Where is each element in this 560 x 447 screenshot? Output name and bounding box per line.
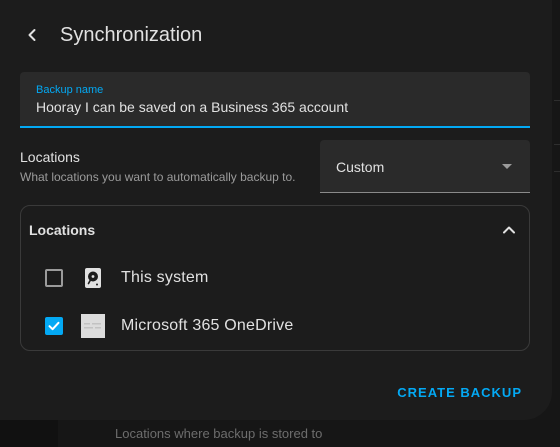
background-field-edge (554, 144, 560, 172)
hard-disk-icon (85, 268, 101, 288)
locations-select-value: Custom (336, 159, 385, 175)
background-hint-text: Locations where backup is stored to (115, 426, 323, 441)
backup-name-field[interactable]: Backup name Hooray I can be saved on a B… (20, 72, 530, 128)
locations-setting-description: What locations you want to automatically… (20, 170, 296, 184)
locations-setting-row: Locations What locations you want to aut… (20, 140, 530, 194)
synchronization-dialog: Synchronization Backup name Hooray I can… (0, 0, 552, 420)
onedrive-logo-icon (81, 314, 105, 338)
chevron-up-icon (503, 226, 515, 234)
locations-panel-title: Locations (29, 222, 96, 238)
create-backup-button[interactable]: CREATE BACKUP (397, 385, 522, 400)
dialog-header: Synchronization (18, 18, 202, 52)
locations-panel-header[interactable]: Locations (21, 206, 529, 254)
locations-panel: Locations This system Microsoft 365 OneD… (20, 205, 530, 351)
locations-select[interactable]: Custom (320, 140, 530, 193)
this-system-label: This system (121, 269, 209, 286)
this-system-checkbox[interactable] (45, 269, 63, 287)
checkmark-icon (48, 321, 60, 331)
dialog-actions: CREATE BACKUP (397, 385, 522, 400)
location-item-this-system[interactable]: This system (21, 258, 529, 298)
backup-name-input[interactable]: Hooray I can be saved on a Business 365 … (36, 99, 348, 115)
chevron-left-icon (28, 29, 36, 41)
caret-down-icon (502, 164, 512, 169)
background-divider (554, 100, 560, 101)
back-button[interactable] (18, 18, 46, 52)
backup-name-label: Backup name (36, 84, 104, 96)
locations-setting-title: Locations (20, 149, 80, 165)
location-item-onedrive[interactable]: Microsoft 365 OneDrive (21, 306, 529, 346)
dialog-title: Synchronization (60, 23, 203, 46)
onedrive-checkbox[interactable] (45, 317, 63, 335)
onedrive-label: Microsoft 365 OneDrive (121, 317, 294, 334)
